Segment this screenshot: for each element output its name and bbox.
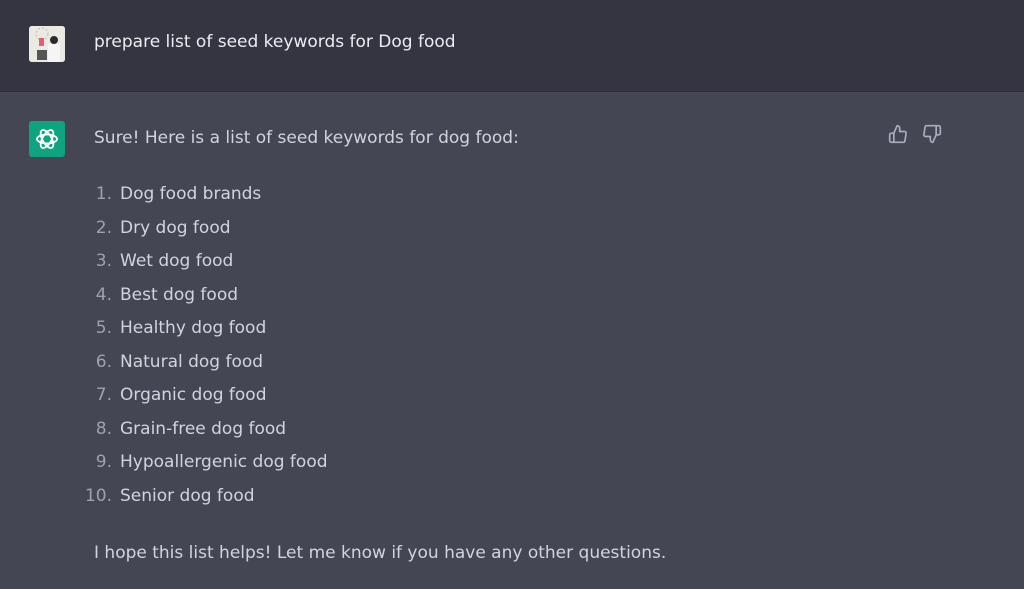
- list-item-text: Senior dog food: [120, 485, 255, 506]
- list-item: 4. Best dog food: [80, 283, 328, 317]
- list-item-text: Hypoallergenic dog food: [120, 452, 328, 472]
- list-number: 2.: [95, 217, 112, 238]
- assistant-avatar: [29, 121, 65, 157]
- assistant-intro-text: Sure! Here is a list of seed keywords fo…: [94, 128, 519, 148]
- user-message-text: prepare list of seed keywords for Dog fo…: [94, 32, 456, 52]
- list-item: 7. Organic dog food: [80, 383, 328, 417]
- list-item-text: Dog food brands: [120, 184, 262, 204]
- list-number: 9.: [95, 452, 112, 472]
- list-number: 1.: [95, 184, 112, 204]
- list-item: 3. Wet dog food: [80, 249, 328, 283]
- feedback-buttons: [888, 124, 942, 144]
- list-item: 8. Grain-free dog food: [80, 417, 328, 451]
- list-number: 6.: [95, 351, 112, 372]
- list-number: 7.: [95, 385, 112, 405]
- list-item: 2. Dry dog food: [80, 216, 328, 250]
- list-number: 4.: [95, 284, 112, 305]
- list-item: 5. Healthy dog food: [80, 316, 328, 350]
- user-message-row: prepare list of seed keywords for Dog fo…: [0, 0, 1024, 92]
- list-item-text: Best dog food: [120, 284, 239, 305]
- openai-logo-icon: [36, 129, 58, 149]
- list-item-text: Grain-free dog food: [120, 418, 287, 439]
- assistant-outro-text: I hope this list helps! Let me know if y…: [94, 543, 667, 563]
- list-item: 10. Senior dog food: [80, 484, 328, 518]
- list-number: 8.: [95, 418, 112, 439]
- list-number: 10.: [84, 485, 112, 506]
- user-photo-icon: [29, 26, 65, 62]
- list-item: 9. Hypoallergenic dog food: [80, 450, 328, 484]
- thumbs-up-icon[interactable]: [888, 124, 908, 144]
- list-item: 6. Natural dog food: [80, 350, 328, 384]
- list-number: 3.: [95, 251, 112, 271]
- list-item-text: Natural dog food: [120, 351, 264, 372]
- keyword-list: 1. Dog food brands 2. Dry dog food 3. Wet d…: [80, 182, 328, 517]
- user-avatar: [29, 26, 65, 62]
- thumbs-down-icon[interactable]: [922, 124, 942, 144]
- list-item-text: Wet dog food: [120, 251, 234, 271]
- list-item: 1. Dog food brands: [80, 182, 328, 216]
- assistant-message-row: Sure! Here is a list of seed keywords fo…: [0, 92, 1024, 589]
- list-number: 5.: [95, 318, 112, 338]
- list-item-text: Healthy dog food: [120, 318, 267, 338]
- list-item-text: Organic dog food: [120, 385, 267, 405]
- list-item-text: Dry dog food: [120, 217, 231, 238]
